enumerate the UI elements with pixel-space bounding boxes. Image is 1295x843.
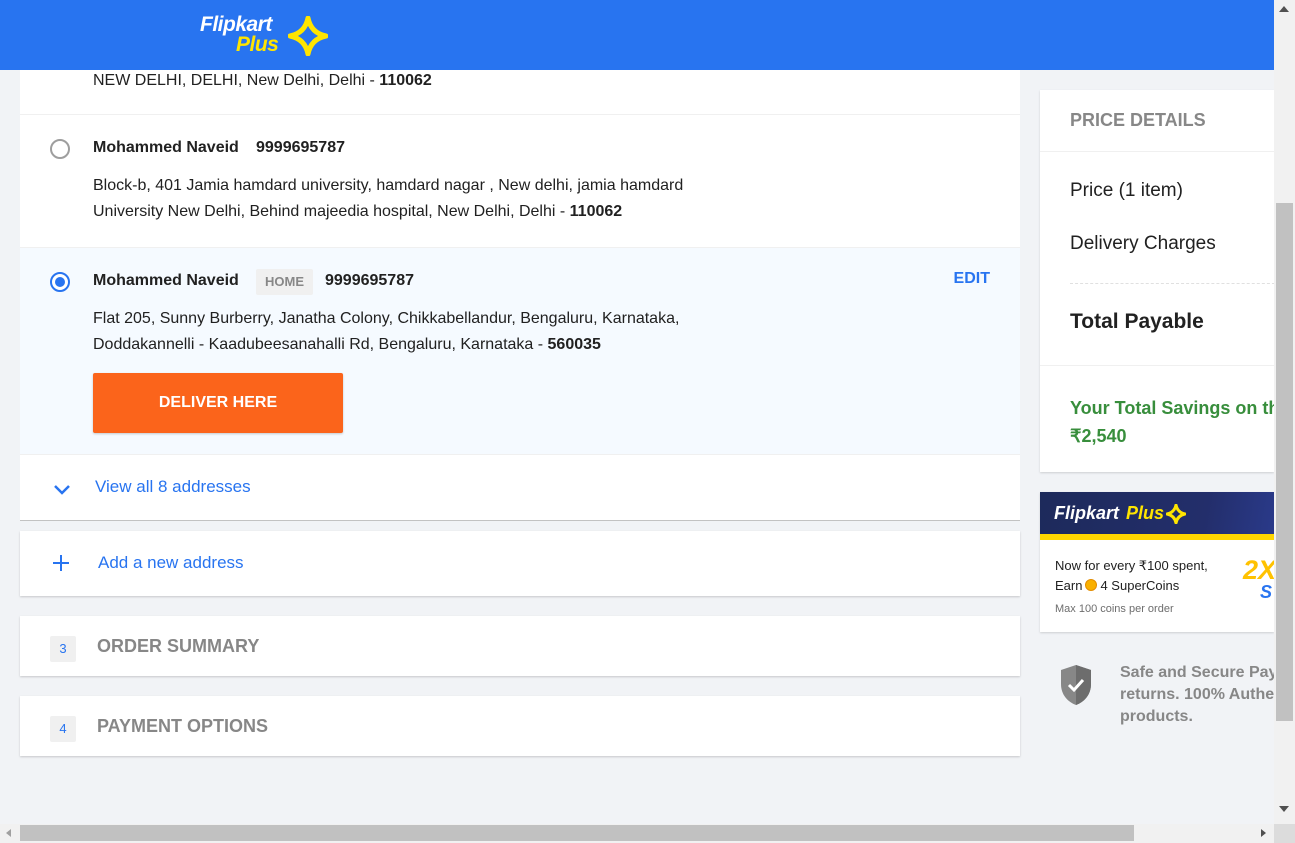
step-title: ORDER SUMMARY <box>97 636 260 656</box>
address-line-1: Block-b, 401 Jamia hamdard university, h… <box>93 177 684 194</box>
banner-header: Flipkart Plus <box>1040 492 1274 540</box>
step-payment-options: 4 PAYMENT OPTIONS <box>20 696 1020 756</box>
divider <box>1070 283 1274 284</box>
address-radio[interactable] <box>50 139 70 159</box>
address-line-1: Flat 205, Sunny Burberry, Janatha Colony… <box>93 310 680 327</box>
plus-icon <box>53 555 69 571</box>
flipkart-plus-logo[interactable]: Flipkart Plus <box>200 13 330 57</box>
banner-multiplier-sub: S <box>1260 582 1273 602</box>
address-name: Mohammed Naveid <box>93 272 239 289</box>
logo-text-plus: Plus <box>236 33 279 56</box>
address-name: Mohammed Naveid <box>93 139 239 156</box>
step-number: 3 <box>50 636 76 662</box>
secure-text-line: products. <box>1120 708 1193 725</box>
banner-logo-text: Flipkart <box>1054 503 1120 523</box>
scroll-down-arrow-icon[interactable] <box>1279 806 1289 812</box>
shield-check-icon <box>1061 665 1091 705</box>
horizontal-scrollbar[interactable] <box>0 824 1274 843</box>
flipkart-plus-banner[interactable]: Flipkart Plus Now for every ₹100 spent, … <box>1040 492 1274 632</box>
total-savings: Your Total Savings on th ₹2,540 <box>1070 394 1274 450</box>
delivery-charges-label: Delivery Charges <box>1070 233 1216 254</box>
chevron-down-icon <box>54 485 70 495</box>
scroll-right-arrow-icon[interactable] <box>1261 829 1266 837</box>
supercoin-icon <box>1085 579 1098 591</box>
plus-star-icon <box>288 16 328 56</box>
vertical-scrollbar-thumb[interactable] <box>1276 203 1293 721</box>
edit-address-button[interactable]: EDIT <box>954 270 990 288</box>
total-savings-label: Your Total Savings on th <box>1070 398 1274 418</box>
secure-payments-text: Safe and Secure Pay returns. 100% Authe … <box>1120 662 1274 728</box>
total-payable-label: Total Payable <box>1070 310 1204 333</box>
add-new-address-link[interactable]: Add a new address <box>98 553 244 573</box>
address-line-2: Doddakannelli - Kaadubeesanahalli Rd, Be… <box>93 336 601 353</box>
total-savings-value: ₹2,540 <box>1070 426 1127 446</box>
price-details-panel: PRICE DETAILS Price (1 item) Delivery Ch… <box>1040 90 1274 472</box>
address-item[interactable]: Mohammed Naveid 9999695787 Block-b, 401 … <box>20 115 1020 248</box>
address-item-partial: NEW DELHI, DELHI, New Delhi, Delhi - 110… <box>20 70 1020 115</box>
address-phone: 9999695787 <box>325 272 414 289</box>
banner-text-line: Earn 4 SuperCoins <box>1055 578 1180 593</box>
view-all-addresses-row[interactable]: View all 8 addresses <box>20 455 1020 521</box>
price-details-header: PRICE DETAILS <box>1040 90 1274 152</box>
step-title: PAYMENT OPTIONS <box>97 716 269 736</box>
address-phone: 9999695787 <box>256 139 345 156</box>
vertical-scrollbar[interactable] <box>1274 0 1295 824</box>
secure-text-line: Safe and Secure Pay <box>1120 664 1274 681</box>
banner-footnote: Max 100 coins per order <box>1055 603 1174 615</box>
scrollbar-corner <box>1274 824 1295 843</box>
banner-logo-plus-text: Plus <box>1126 503 1165 523</box>
banner-text-line: Now for every ₹100 spent, <box>1055 558 1208 573</box>
scroll-up-arrow-icon[interactable] <box>1279 6 1289 12</box>
step-order-summary: 3 ORDER SUMMARY <box>20 616 1020 676</box>
address-line-2: University New Delhi, Behind majeedia ho… <box>93 203 623 220</box>
top-header: Flipkart Plus <box>0 0 1274 70</box>
address-type-badge: HOME <box>256 269 313 295</box>
price-details-title: PRICE DETAILS <box>1070 110 1206 130</box>
address-radio-selected[interactable] <box>50 272 70 292</box>
secure-text-line: returns. 100% Authe <box>1120 686 1274 703</box>
plus-star-icon <box>1166 504 1186 524</box>
address-item-selected[interactable]: Mohammed Naveid HOME 9999695787 EDIT Fla… <box>20 248 1020 455</box>
add-new-address-row[interactable]: Add a new address <box>20 531 1020 596</box>
horizontal-scrollbar-thumb[interactable] <box>20 825 1134 841</box>
divider <box>1040 365 1274 366</box>
scroll-left-arrow-icon[interactable] <box>6 829 11 837</box>
step-number: 4 <box>50 716 76 742</box>
deliver-here-button[interactable]: DELIVER HERE <box>93 373 343 433</box>
view-all-addresses-link[interactable]: View all 8 addresses <box>95 477 251 497</box>
price-row-label: Price (1 item) <box>1070 180 1183 201</box>
address-text: NEW DELHI, DELHI, New Delhi, Delhi - 110… <box>93 72 432 89</box>
